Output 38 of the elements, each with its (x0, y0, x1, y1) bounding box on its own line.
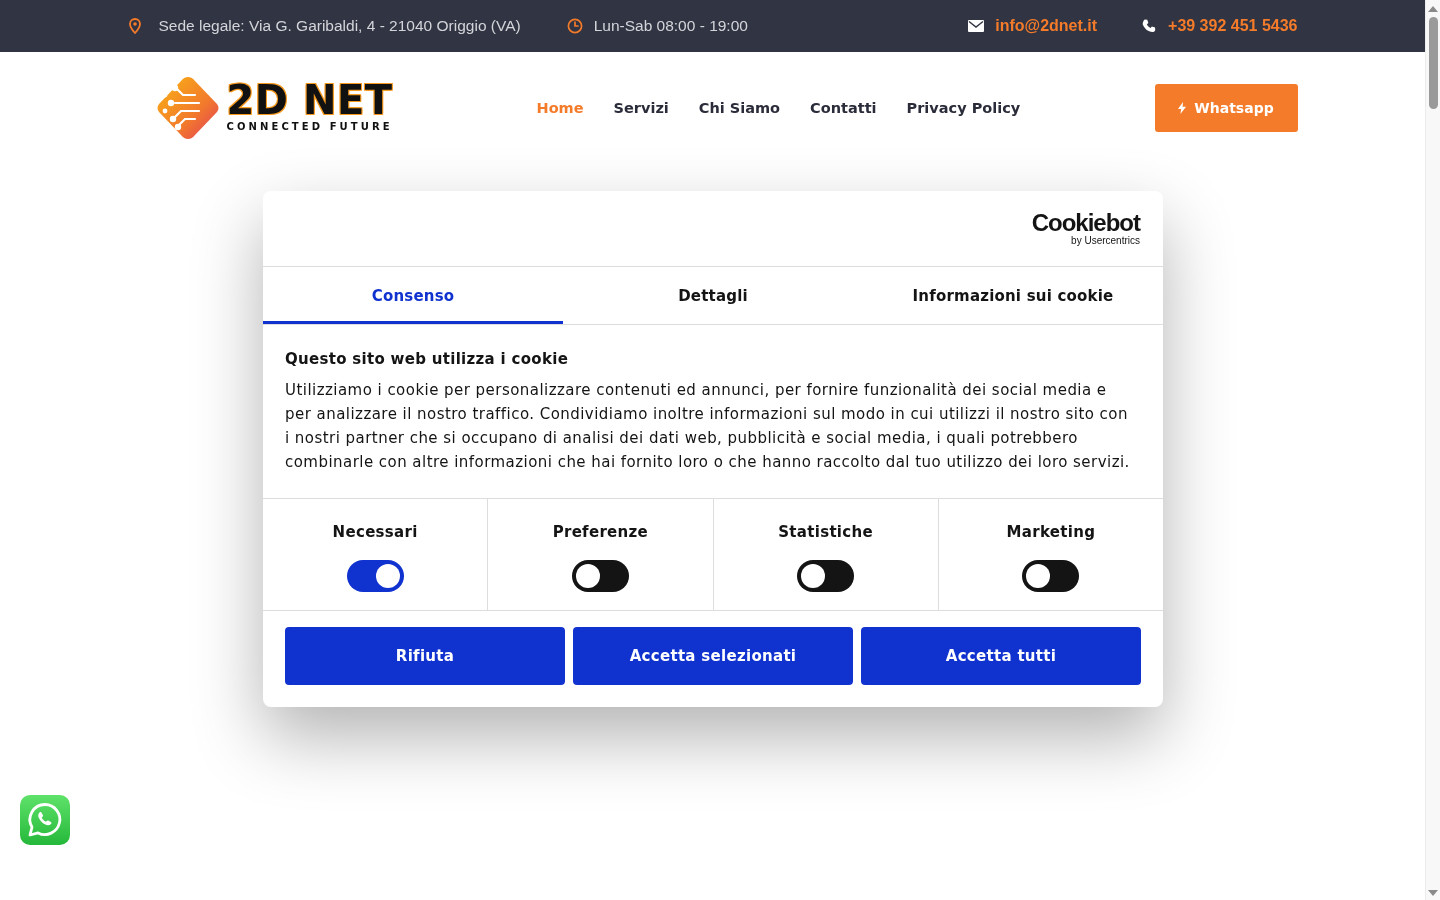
dialog-tab[interactable]: Consenso (263, 267, 563, 324)
phone-icon (1142, 18, 1158, 34)
consent-button[interactable]: Accetta selezionati (573, 627, 853, 685)
nav-link[interactable]: Privacy Policy (906, 100, 1021, 116)
toggle-label: Marketing (1006, 522, 1096, 543)
address-text: Sede legale: Via G. Garibaldi, 4 - 21040 Origgio (VA) (158, 17, 521, 35)
logo-wordmark: 2D NET (226, 82, 393, 118)
nav-link[interactable]: Contatti (810, 100, 877, 116)
nav-link[interactable]: Chi Siamo (698, 100, 781, 116)
consent-button[interactable]: Accetta tutti (861, 627, 1141, 685)
email-link[interactable]: info@2dnet.it (995, 17, 1098, 35)
toggle-switch[interactable] (797, 560, 855, 592)
toggle-label: Preferenze (552, 522, 649, 543)
cookiebot-byline: by Usercentrics (1071, 234, 1140, 247)
dialog-tab[interactable]: Dettagli (563, 267, 863, 324)
toggle-switch[interactable] (346, 560, 404, 592)
nav-link[interactable]: Servizi (613, 100, 669, 116)
dialog-tab[interactable]: Informazioni sui cookie (863, 267, 1163, 324)
chat-bubble-icon[interactable] (20, 795, 70, 845)
location-pin-icon (128, 18, 141, 34)
toggle-switch[interactable] (1022, 560, 1080, 592)
scrollbar[interactable] (1425, 0, 1440, 900)
logo-tagline: CONNECTED FUTURE (226, 120, 393, 134)
dialog-title: Questo sito web utilizza i cookie (285, 349, 570, 370)
scrollbar-thumb[interactable] (1428, 17, 1438, 109)
dialog-description: Utilizziamo i cookie per personalizzare contenuti ed annunci, per fornire funzionalità dei social media e per analizzare il nostro traffico. Condividiamo inoltre informazioni sul modo in cui utilizzi il nostro sito con i nostri partner che si occupano di analisi dei dati web, pubblicità e social media, i quali potrebbero combinarle con altre informazioni che hai fornito loro o che hanno raccolto dal tuo utilizzo dei loro servizi. (285, 380, 1131, 473)
lightning-icon (1178, 102, 1187, 114)
scroll-down-icon[interactable] (1428, 890, 1438, 896)
toggle-label: Statistiche (778, 522, 873, 543)
toggle-label: Necessari (332, 522, 418, 543)
opening-hours-text: Lun-Sab 08:00 - 19:00 (593, 17, 748, 35)
phone-link[interactable]: +39 392 451 5436 (1168, 17, 1298, 35)
toggle-switch[interactable] (571, 560, 629, 592)
consent-button[interactable]: Rifiuta (285, 627, 565, 685)
envelope-icon (968, 20, 985, 32)
clock-icon (566, 18, 583, 34)
scroll-up-icon[interactable] (1428, 6, 1438, 12)
cookiebot-logo-text: Cookiebot (1031, 210, 1140, 235)
